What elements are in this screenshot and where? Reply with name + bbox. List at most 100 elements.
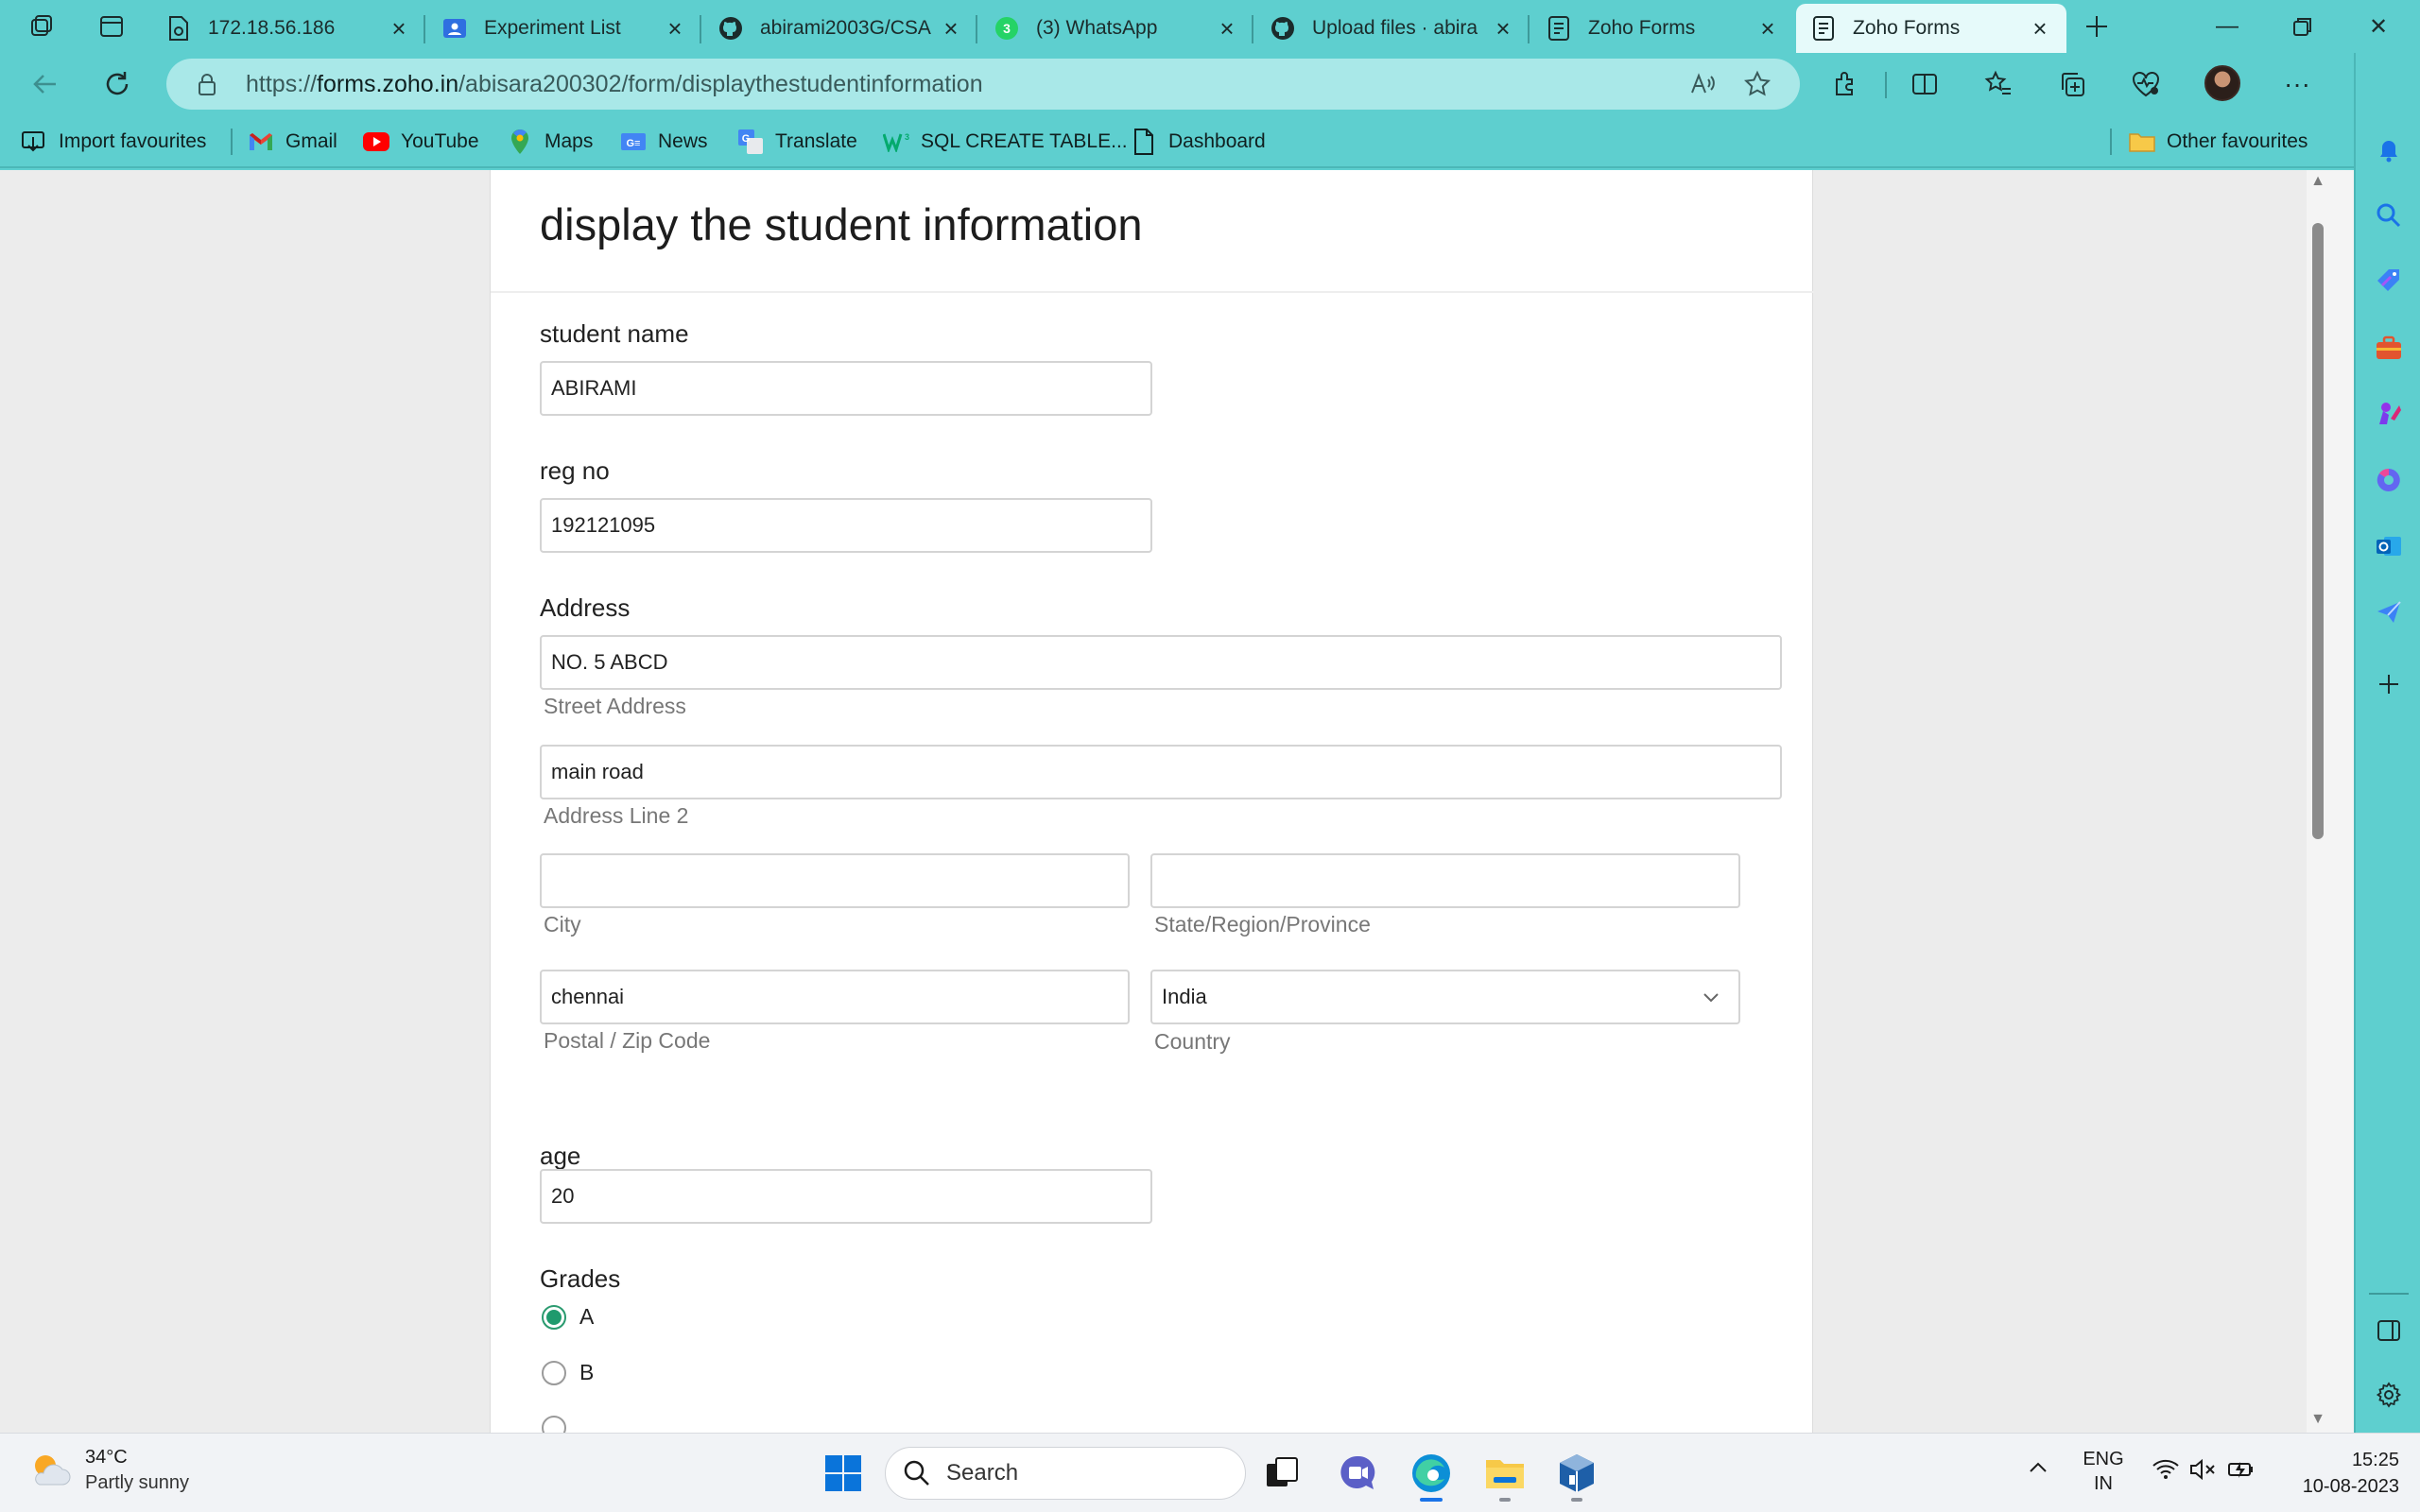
favourites-icon[interactable] xyxy=(1979,65,2017,103)
address-label: Address xyxy=(540,593,631,622)
weather-widget[interactable]: 34°C Partly sunny xyxy=(28,1447,189,1494)
state-caption: State/Region/Province xyxy=(1154,912,1371,936)
tools-briefcase-icon[interactable] xyxy=(2370,329,2408,367)
refresh-button[interactable] xyxy=(98,65,136,103)
games-icon[interactable] xyxy=(2370,395,2408,433)
scrollbar-thumb[interactable] xyxy=(2312,223,2324,839)
sidebar-settings-gear-icon[interactable] xyxy=(2370,1376,2408,1414)
scroll-up-arrow-icon[interactable]: ▲ xyxy=(2308,172,2327,191)
form-title: display the student information xyxy=(540,199,1143,249)
w3schools-icon: 3 xyxy=(883,129,909,155)
shopping-tag-icon[interactable] xyxy=(2370,263,2408,301)
outlook-icon[interactable] xyxy=(2370,527,2408,565)
taskbar-search-box[interactable]: Search xyxy=(885,1447,1246,1500)
restore-icon[interactable] xyxy=(2265,0,2341,53)
close-icon[interactable]: × xyxy=(664,14,686,43)
lock-icon[interactable] xyxy=(195,72,219,96)
grade-option-b[interactable]: B xyxy=(542,1360,594,1385)
page-scrollbar[interactable]: ▲ ▼ xyxy=(2307,170,2354,1433)
collections-icon[interactable] xyxy=(2053,65,2091,103)
favourite-star-icon[interactable] xyxy=(1743,70,1772,98)
fav-import-favourites[interactable]: Import favourites xyxy=(21,127,206,157)
add-sidebar-app-icon[interactable] xyxy=(2370,665,2408,703)
tab-1[interactable]: 172.18.56.186 × xyxy=(151,4,425,53)
task-view-icon[interactable] xyxy=(1257,1449,1306,1498)
battery-charging-icon[interactable] xyxy=(2227,1458,2256,1486)
tab-5[interactable]: Upload files · abira × xyxy=(1255,4,1530,53)
search-icon[interactable] xyxy=(2370,197,2408,234)
browser-essentials-icon[interactable] xyxy=(2127,65,2165,103)
fav-news[interactable]: G≡ News xyxy=(620,127,708,157)
close-icon[interactable]: × xyxy=(1756,14,1779,43)
wifi-icon[interactable] xyxy=(2152,1458,2180,1486)
scroll-down-arrow-icon[interactable]: ▼ xyxy=(2308,1410,2327,1429)
hide-sidebar-icon[interactable] xyxy=(2370,1312,2408,1349)
student-name-label: student name xyxy=(540,319,689,348)
url-text[interactable]: https://forms.zoho.in/abisara200302/form… xyxy=(246,71,983,98)
tab-6[interactable]: Zoho Forms × xyxy=(1531,4,1794,53)
tab-title: Zoho Forms xyxy=(1853,17,1961,39)
country-select[interactable]: India xyxy=(1150,970,1740,1024)
state-input[interactable] xyxy=(1150,853,1740,908)
back-button[interactable] xyxy=(26,65,64,103)
gmail-icon xyxy=(248,129,274,155)
tab-7-active[interactable]: Zoho Forms × xyxy=(1796,4,2066,53)
close-icon[interactable]: × xyxy=(1216,14,1238,43)
github-icon xyxy=(1270,16,1295,41)
age-input[interactable]: 20 xyxy=(540,1169,1152,1224)
tab-2[interactable]: Experiment List × xyxy=(427,4,701,53)
close-icon[interactable]: × xyxy=(1492,14,1514,43)
street-address-input[interactable]: NO. 5 ABCD xyxy=(540,635,1782,690)
close-icon[interactable]: × xyxy=(940,14,962,43)
reg-no-input[interactable]: 192121095 xyxy=(540,498,1152,553)
fav-youtube[interactable]: YouTube xyxy=(363,127,479,157)
student-name-input[interactable]: ABIRAMI xyxy=(540,361,1152,416)
country-selected-value: India xyxy=(1162,985,1207,1008)
fav-gmail[interactable]: Gmail xyxy=(248,127,337,157)
tab-4[interactable]: 3 (3) WhatsApp × xyxy=(979,4,1253,53)
split-screen-icon[interactable] xyxy=(1906,65,1944,103)
teams-chat-icon[interactable] xyxy=(1333,1449,1382,1498)
workspaces-icon[interactable] xyxy=(25,9,59,43)
document-gear-icon xyxy=(166,16,191,41)
window-close-icon[interactable]: ✕ xyxy=(2341,0,2416,53)
age-label: age xyxy=(540,1142,581,1170)
svg-text:3: 3 xyxy=(905,132,909,142)
fav-maps[interactable]: Maps xyxy=(507,127,593,157)
tab-actions-icon[interactable] xyxy=(95,9,129,43)
volume-muted-icon[interactable] xyxy=(2189,1458,2218,1486)
chevron-down-icon xyxy=(1703,993,1719,1003)
close-icon[interactable]: × xyxy=(388,14,410,43)
fav-sql-create-table[interactable]: 3 SQL CREATE TABLE... xyxy=(883,127,1128,157)
fav-translate[interactable]: G Translate xyxy=(737,127,857,157)
close-icon[interactable]: × xyxy=(2029,14,2051,43)
send-paper-plane-icon[interactable] xyxy=(2370,593,2408,631)
system-clock[interactable]: 15:25 10-08-2023 xyxy=(2286,1447,2399,1500)
edge-browser-icon[interactable] xyxy=(1407,1449,1456,1502)
read-aloud-icon[interactable] xyxy=(1688,70,1717,98)
radio-button-selected[interactable] xyxy=(542,1304,566,1330)
new-tab-icon[interactable] xyxy=(2080,9,2114,43)
tab-3[interactable]: abirami2003G/CSA × xyxy=(703,4,977,53)
address-bar[interactable]: https://forms.zoho.in/abisara200302/form… xyxy=(166,59,1800,110)
language-indicator[interactable]: ENG IN xyxy=(2080,1447,2127,1496)
radio-button[interactable] xyxy=(542,1360,566,1385)
profile-avatar[interactable] xyxy=(2204,65,2240,101)
extensions-icon[interactable] xyxy=(1826,65,1864,103)
radio-button[interactable] xyxy=(542,1416,566,1433)
fav-dashboard[interactable]: Dashboard xyxy=(1131,127,1266,157)
notifications-bell-icon[interactable] xyxy=(2370,130,2408,168)
microsoft-365-icon[interactable] xyxy=(2370,461,2408,499)
file-explorer-icon[interactable] xyxy=(1480,1449,1530,1502)
city-input[interactable] xyxy=(540,853,1130,908)
more-options-icon[interactable]: ··· xyxy=(2278,65,2316,103)
virtualbox-icon[interactable] xyxy=(1552,1449,1601,1502)
fav-other-favourites[interactable]: Other favourites xyxy=(2129,127,2308,157)
show-hidden-icons-chevron-up-icon[interactable] xyxy=(2027,1456,2049,1485)
grade-option-c-partial[interactable] xyxy=(542,1416,579,1433)
windows-start-icon[interactable] xyxy=(819,1449,868,1498)
grade-option-a[interactable]: A xyxy=(542,1304,594,1330)
postal-code-input[interactable]: chennai xyxy=(540,970,1130,1024)
address-line-2-input[interactable]: main road xyxy=(540,745,1782,799)
minimize-icon[interactable]: — xyxy=(2189,0,2265,53)
